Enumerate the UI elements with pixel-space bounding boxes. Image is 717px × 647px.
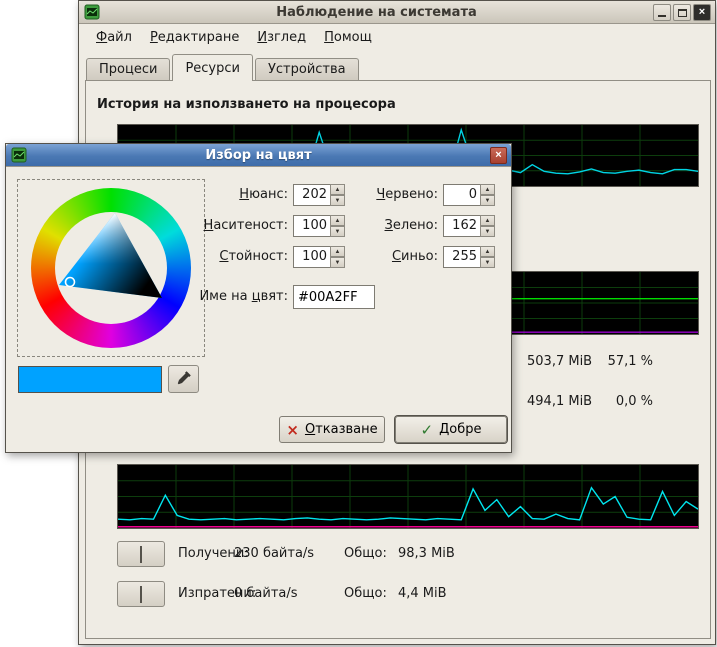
hue-up-button[interactable]: ▲	[330, 184, 345, 195]
close-button[interactable]: ×	[693, 4, 711, 21]
saturation-label: Наситеност:	[186, 215, 288, 237]
color-preview-swatch[interactable]	[18, 366, 162, 393]
red-label: Червено:	[356, 184, 438, 206]
green-down-button[interactable]: ▼	[480, 226, 495, 237]
hue-spinner: 202 ▲▼	[293, 184, 345, 206]
hue-value[interactable]: 202	[293, 184, 330, 206]
received-rate: 230 байта/s	[234, 541, 314, 567]
blue-value[interactable]: 255	[443, 246, 480, 268]
red-spinner: 0 ▲▼	[443, 184, 495, 206]
tab-resources[interactable]: Ресурси	[172, 54, 253, 81]
color-name-input[interactable]	[293, 285, 375, 309]
swap-percent: 0,0 %	[586, 394, 653, 409]
menu-edit[interactable]: Редактиране	[141, 27, 248, 48]
value-up-button[interactable]: ▲	[330, 246, 345, 257]
desktop: Наблюдение на системата × Файл Редактира…	[0, 0, 717, 647]
red-down-button[interactable]: ▼	[480, 195, 495, 206]
hsv-triangle[interactable]	[31, 188, 191, 348]
red-value[interactable]: 0	[443, 184, 480, 206]
tab-devices[interactable]: Устройства	[255, 58, 359, 80]
tab-processes[interactable]: Процеси	[86, 58, 170, 80]
sent-color-button[interactable]	[117, 581, 165, 607]
menu-file[interactable]: Файл	[87, 27, 141, 48]
dialog-title: Избор на цвят	[27, 148, 490, 163]
dialog-icon	[11, 147, 27, 163]
saturation-up-button[interactable]: ▲	[330, 215, 345, 226]
blue-label: Синьо:	[356, 246, 438, 268]
green-label: Зелено:	[356, 215, 438, 237]
saturation-spinner: 100 ▲▼	[293, 215, 345, 237]
system-monitor-icon	[84, 4, 100, 20]
color-picker-dialog: Избор на цвят ×	[5, 143, 512, 453]
sent-total: 4,4 MiB	[398, 581, 447, 607]
saturation-down-button[interactable]: ▼	[330, 226, 345, 237]
ok-button[interactable]: ✓ Добре	[395, 416, 507, 443]
cpu-history-heading: История на използването на процесора	[97, 97, 396, 112]
blue-spinner: 255 ▲▼	[443, 246, 495, 268]
sent-rate: 0 байта/s	[234, 581, 298, 607]
main-window-title: Наблюдение на системата	[100, 5, 653, 20]
received-total-label: Общо:	[344, 541, 387, 567]
received-color-swatch	[140, 546, 142, 563]
sent-total-label: Общо:	[344, 581, 387, 607]
hue-down-button[interactable]: ▼	[330, 195, 345, 206]
value-spinner: 100 ▲▼	[293, 246, 345, 268]
blue-up-button[interactable]: ▲	[480, 246, 495, 257]
green-value[interactable]: 162	[443, 215, 480, 237]
network-history-chart	[117, 464, 699, 529]
value-label: Стойност:	[186, 246, 288, 268]
menu-help[interactable]: Помощ	[315, 27, 381, 48]
sent-color-swatch	[140, 586, 142, 603]
eyedropper-button[interactable]	[168, 365, 199, 393]
cancel-button[interactable]: × Отказване	[279, 416, 385, 443]
dialog-titlebar[interactable]: Избор на цвят ×	[6, 144, 511, 167]
maximize-icon	[678, 9, 687, 17]
green-spinner: 162 ▲▼	[443, 215, 495, 237]
blue-down-button[interactable]: ▼	[480, 257, 495, 268]
ok-check-icon: ✓	[421, 421, 434, 439]
minimize-button[interactable]	[653, 4, 671, 21]
menubar: Файл Редактиране Изглед Помощ	[79, 25, 715, 49]
swap-amount: 494,1 MiB	[527, 394, 592, 409]
green-up-button[interactable]: ▲	[480, 215, 495, 226]
saturation-value[interactable]: 100	[293, 215, 330, 237]
hue-label: Нюанс:	[186, 184, 288, 206]
memory-amount: 503,7 MiB	[527, 354, 592, 369]
cancel-x-icon: ×	[286, 421, 299, 439]
red-up-button[interactable]: ▲	[480, 184, 495, 195]
minimize-icon	[658, 15, 666, 17]
eyedropper-icon	[176, 370, 192, 386]
memory-percent: 57,1 %	[586, 354, 653, 369]
received-total: 98,3 MiB	[398, 541, 455, 567]
dialog-close-button[interactable]: ×	[490, 147, 507, 164]
value-value[interactable]: 100	[293, 246, 330, 268]
maximize-button[interactable]	[673, 4, 691, 21]
value-down-button[interactable]: ▼	[330, 257, 345, 268]
tab-strip: Процеси Ресурси Устройства	[86, 54, 361, 81]
main-titlebar[interactable]: Наблюдение на системата ×	[79, 1, 715, 24]
color-wheel-area	[17, 179, 205, 357]
received-color-button[interactable]	[117, 541, 165, 567]
color-name-label: Име на цвят:	[196, 286, 288, 308]
menu-view[interactable]: Изглед	[248, 27, 315, 48]
